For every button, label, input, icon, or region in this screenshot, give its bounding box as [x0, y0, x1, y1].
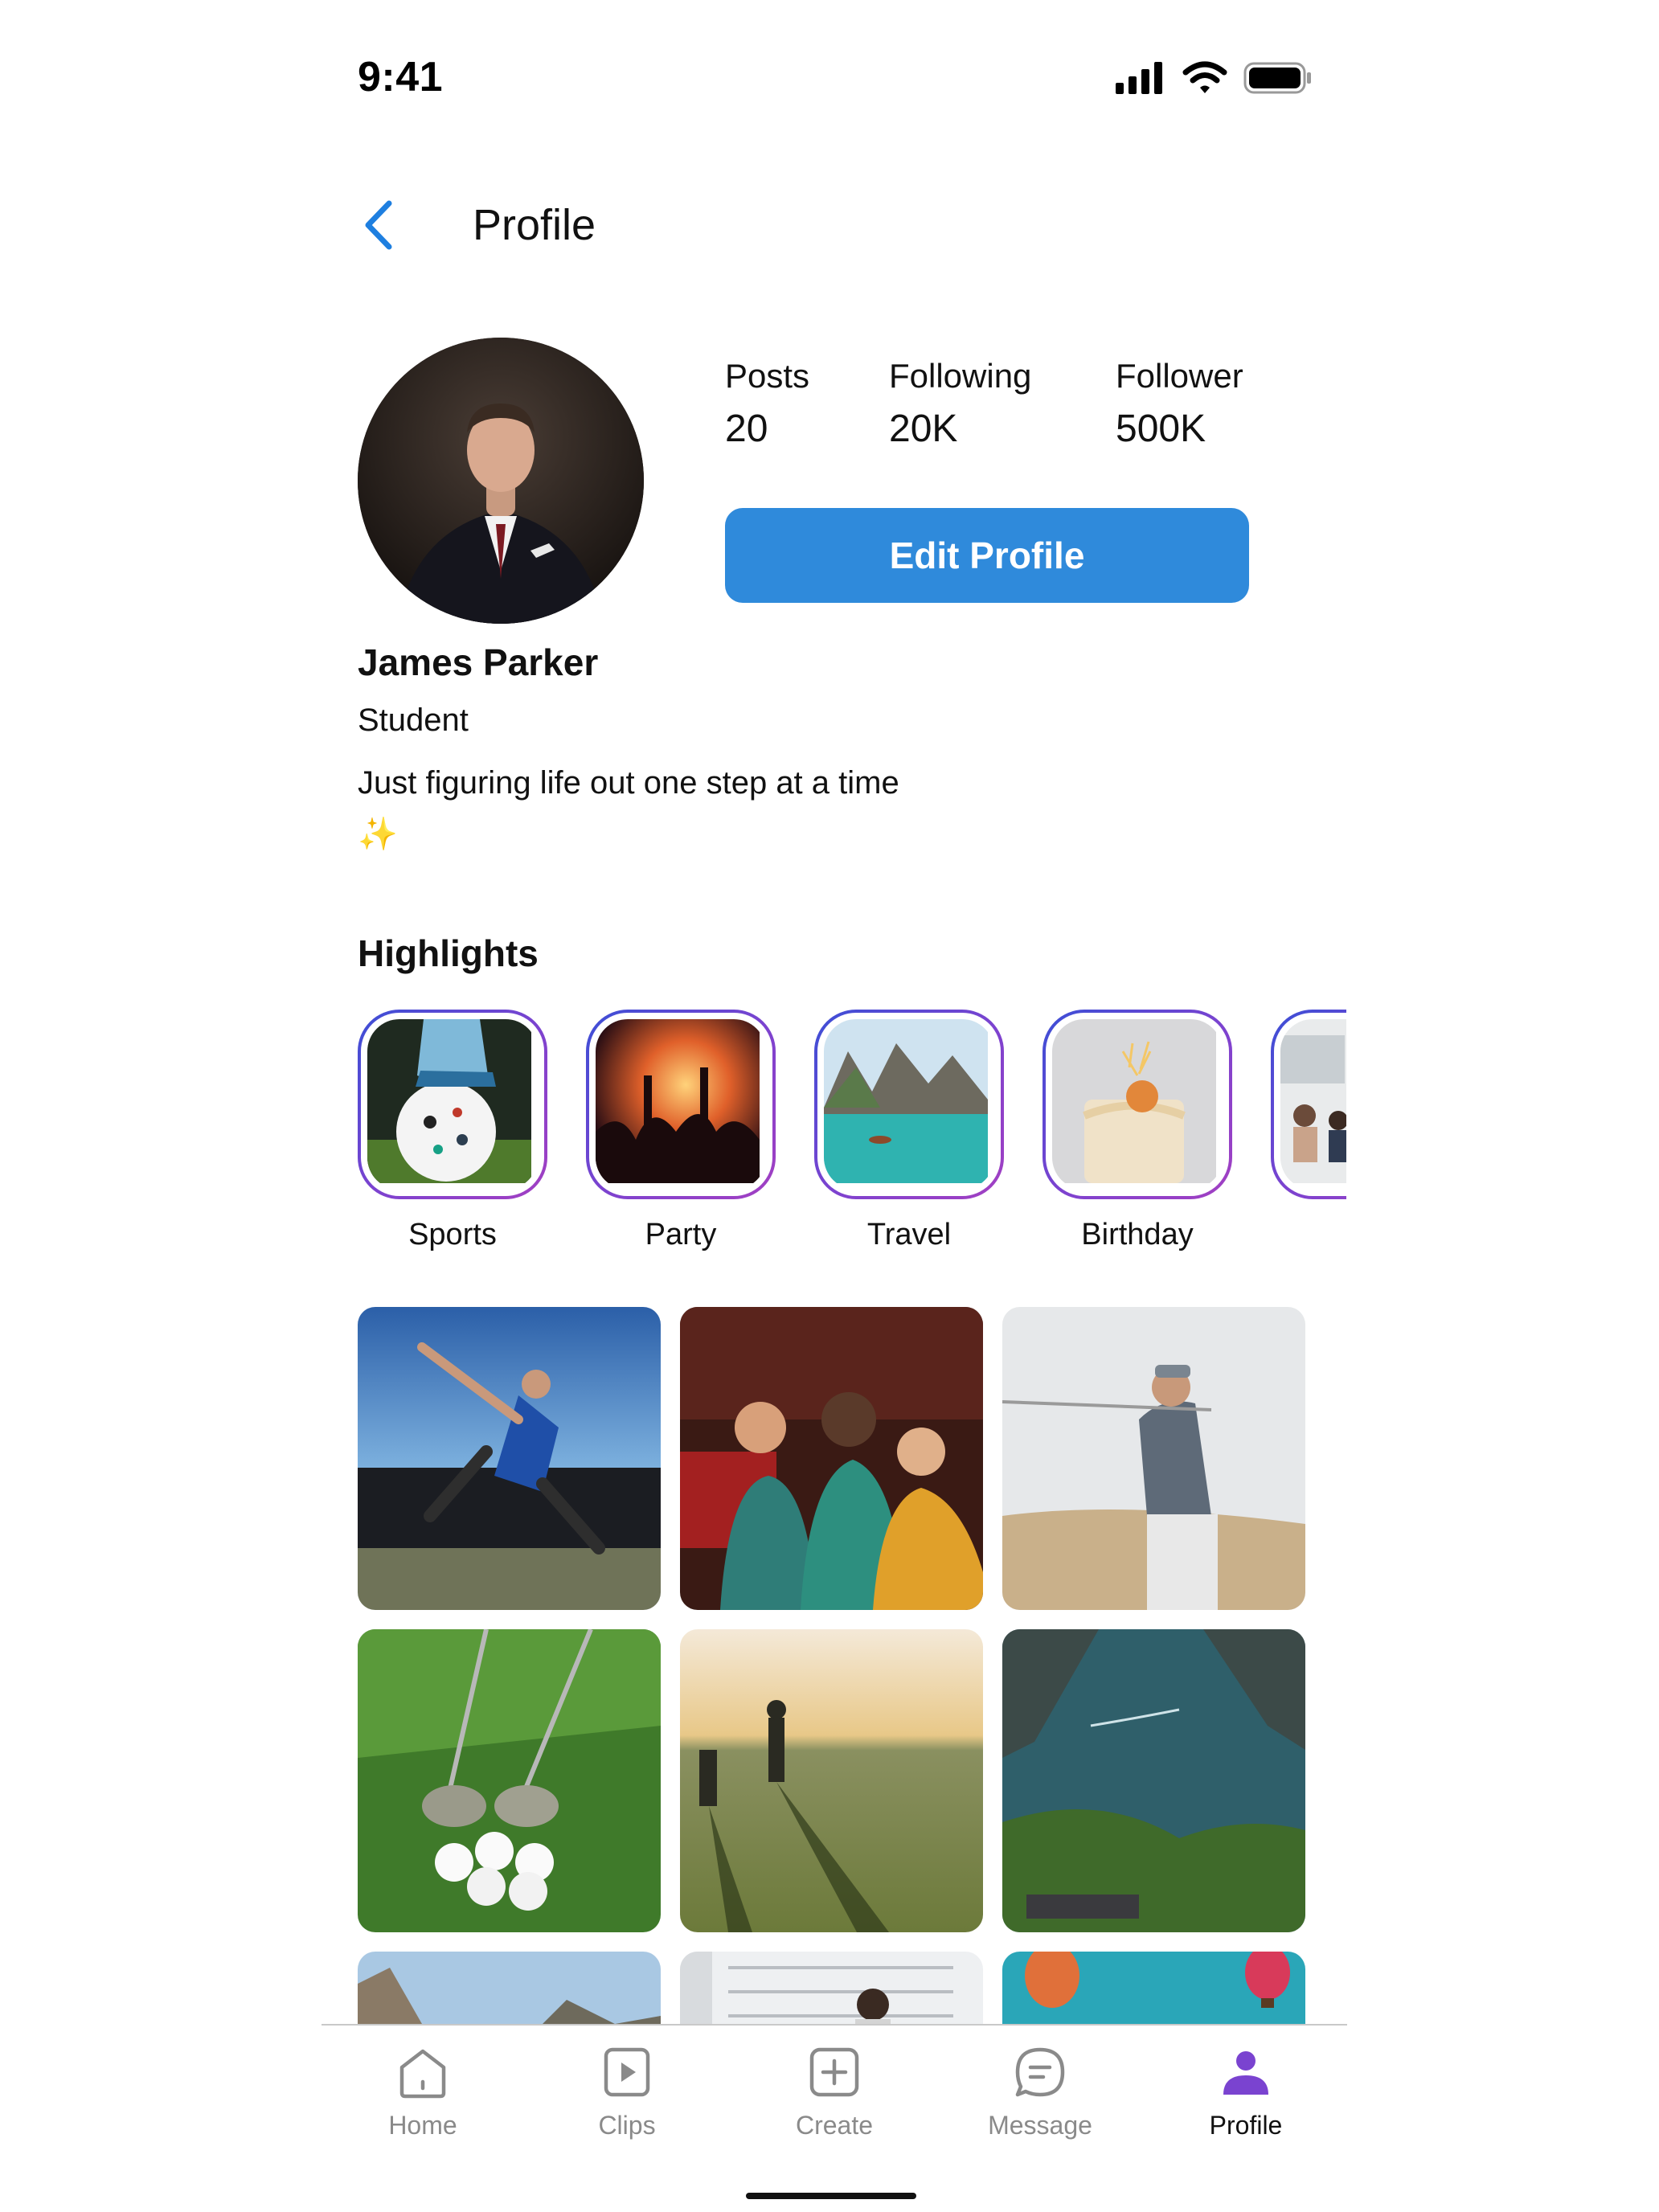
home-icon — [399, 2049, 446, 2099]
avatar-photo — [358, 338, 644, 624]
highlight-ring — [814, 1010, 1004, 1199]
tab-label: Profile — [1209, 2111, 1283, 2140]
stat-following[interactable]: Following 20K — [889, 354, 1031, 457]
status-icons — [1116, 59, 1313, 96]
highlight-party[interactable]: Party — [586, 1010, 779, 1254]
user-role: Student — [358, 703, 469, 738]
highlight-image — [1280, 1019, 1346, 1190]
sparkle-icon: ✨ — [358, 817, 398, 852]
highlight-sports[interactable]: Sports — [358, 1010, 551, 1254]
highlight-ring — [1043, 1010, 1232, 1199]
highlight-image — [824, 1019, 994, 1190]
stat-label: Follower — [1116, 357, 1243, 395]
message-icon — [1015, 2047, 1065, 2097]
stat-value: 20 — [725, 408, 768, 450]
battery-icon — [1243, 62, 1311, 94]
highlight-travel[interactable]: Travel — [814, 1010, 1007, 1254]
post-image-mountain-lake — [358, 1952, 661, 2024]
travel-thumb — [824, 1019, 988, 1183]
post-tile[interactable] — [680, 1629, 983, 1932]
highlight-image — [1052, 1019, 1223, 1190]
post-image-soccer — [358, 1307, 661, 1610]
post-image-golf-balls — [358, 1629, 661, 1932]
highlight-image — [596, 1019, 766, 1190]
user-icon — [1223, 2051, 1268, 2095]
tab-message[interactable]: Message — [960, 2043, 1120, 2141]
tab-profile[interactable]: Profile — [1165, 2043, 1326, 2141]
stat-value: 500K — [1116, 408, 1206, 450]
edit-profile-button[interactable]: Edit Profile — [725, 508, 1249, 603]
post-tile[interactable] — [680, 1952, 983, 2024]
post-tile[interactable] — [358, 1952, 661, 2024]
stat-posts[interactable]: Posts 20 — [725, 354, 809, 457]
stat-follower[interactable]: Follower 500K — [1116, 354, 1243, 457]
user-name: James Parker — [358, 641, 599, 683]
highlight-ring — [586, 1010, 776, 1199]
page-title: Profile — [473, 201, 596, 249]
tab-clips[interactable]: Clips — [547, 2043, 707, 2141]
post-tile[interactable] — [680, 1307, 983, 1610]
bio-text: Just figuring life out one step at a tim… — [358, 765, 899, 801]
post-image-architecture — [680, 1952, 983, 2024]
highlight-label: Birthday — [1081, 1218, 1194, 1251]
sports-thumb — [367, 1019, 531, 1183]
highlights-title: Highlights — [358, 932, 539, 974]
post-tile[interactable] — [1002, 1629, 1305, 1932]
status-time: 9:41 — [358, 54, 444, 100]
highlight-more[interactable]: O — [1271, 1010, 1346, 1254]
highlights-strip[interactable]: Sports Party Travel Birthday — [358, 1010, 1346, 1267]
stat-value: 20K — [889, 408, 958, 450]
post-tile[interactable] — [358, 1629, 661, 1932]
play-icon — [604, 2047, 650, 2097]
highlight-label: Travel — [866, 1218, 952, 1251]
highlight-ring — [1271, 1010, 1346, 1199]
highlight-image — [367, 1019, 538, 1190]
party-thumb — [596, 1019, 760, 1183]
wifi-icon — [1182, 61, 1227, 93]
tab-label: Create — [795, 2111, 874, 2140]
signal-icon — [1116, 62, 1162, 94]
post-image-party — [680, 1307, 983, 1610]
post-image-balloons — [1002, 1952, 1305, 2024]
post-image-golf-swing — [1002, 1307, 1305, 1610]
home-indicator — [746, 2193, 916, 2199]
highlight-ring — [358, 1010, 547, 1199]
office-thumb — [1280, 1019, 1346, 1183]
posts-grid[interactable] — [358, 1307, 1306, 2024]
post-tile[interactable] — [358, 1307, 661, 1610]
highlight-label: Sports — [408, 1218, 497, 1251]
birthday-thumb — [1052, 1019, 1216, 1183]
chevron-left-icon — [365, 200, 392, 250]
tab-label: Home — [388, 2111, 457, 2140]
tab-create[interactable]: Create — [754, 2043, 915, 2141]
tab-label: Clips — [598, 2111, 656, 2140]
post-image-golf-field — [680, 1629, 983, 1932]
highlight-label: Party — [645, 1218, 717, 1251]
back-button[interactable] — [360, 193, 416, 257]
stat-label: Posts — [725, 357, 810, 395]
stat-label: Following — [889, 357, 1032, 395]
post-tile[interactable] — [1002, 1952, 1305, 2024]
user-bio: Just figuring life out one step at a tim… — [358, 757, 936, 860]
highlight-birthday[interactable]: Birthday — [1043, 1010, 1235, 1254]
post-tile[interactable] — [1002, 1307, 1305, 1610]
post-image-fjord — [1002, 1629, 1305, 1932]
tab-bar[interactable]: Home Clips Create Message Profile — [322, 2024, 1347, 2212]
tab-label: Message — [988, 2111, 1092, 2140]
highlight-label: O — [1271, 1215, 1346, 1254]
tab-home[interactable]: Home — [342, 2043, 503, 2141]
plus-square-icon — [809, 2047, 859, 2097]
avatar[interactable] — [358, 338, 644, 624]
